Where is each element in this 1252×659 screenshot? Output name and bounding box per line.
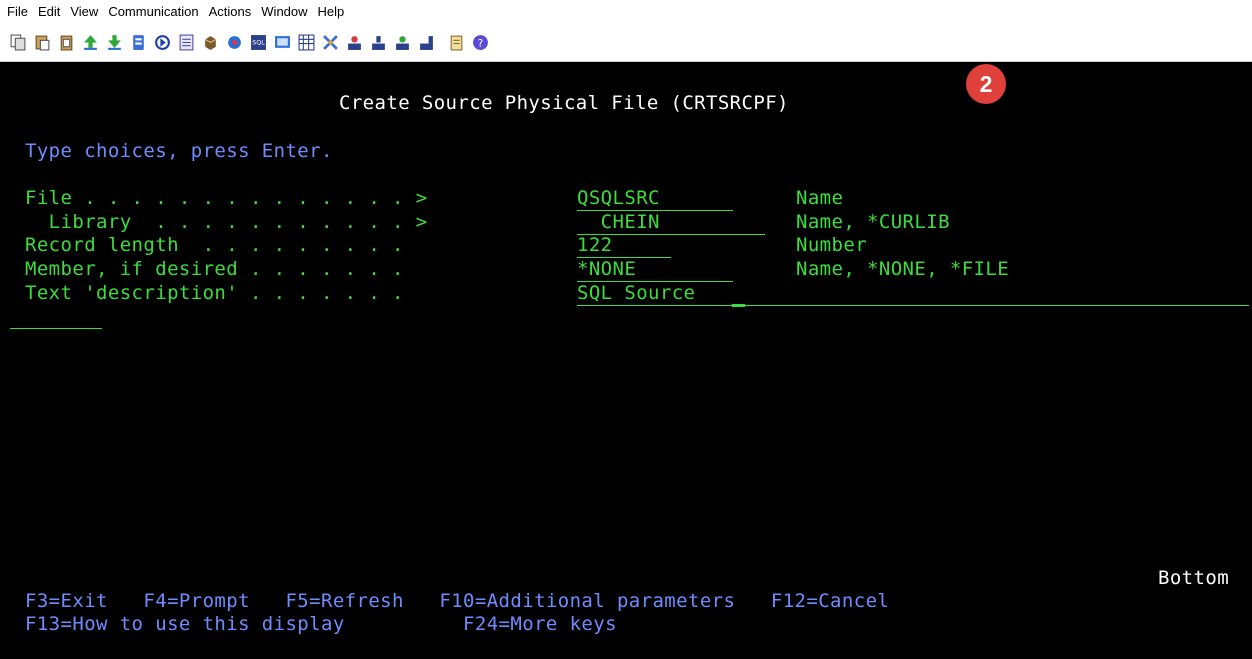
svg-text:SQL: SQL [252, 39, 265, 47]
menu-communication[interactable]: Communication [103, 0, 203, 24]
file-input[interactable]: QSQLSRC [577, 187, 660, 209]
record-length-input[interactable]: 122 [577, 234, 613, 256]
clipboard-icon[interactable] [447, 33, 466, 52]
library-hint: Name, *CURLIB [796, 211, 950, 233]
display-setup-icon[interactable] [225, 33, 244, 52]
menu-help[interactable]: Help [313, 0, 350, 24]
queue-icon[interactable] [417, 33, 436, 52]
file-label: File . . . . . . . . . . . . . . > [25, 187, 440, 209]
grid-icon[interactable] [297, 33, 316, 52]
menu-bar: File Edit View Communication Actions Win… [0, 0, 1252, 24]
copy-icon[interactable] [9, 33, 28, 52]
more-indicator: Bottom [1158, 567, 1230, 589]
session-icon[interactable] [393, 33, 412, 52]
menu-actions[interactable]: Actions [204, 0, 257, 24]
menu-edit[interactable]: Edit [33, 0, 65, 24]
screen-icon[interactable] [273, 33, 292, 52]
notes-icon[interactable] [177, 33, 196, 52]
instructions: Type choices, press Enter. [25, 140, 333, 162]
user-icon[interactable] [345, 33, 364, 52]
host-icon[interactable] [369, 33, 388, 52]
member-label: Member, if desired . . . . . . . [25, 258, 440, 280]
macro-icon[interactable] [129, 33, 148, 52]
record-length-label: Record length . . . . . . . . . [25, 234, 440, 256]
sql-icon[interactable]: SQL [249, 33, 268, 52]
function-keys-row-2: F13=How to use this display F24=More key… [25, 613, 617, 635]
paste-icon[interactable] [33, 33, 52, 52]
text-description-input[interactable]: SQL Source [577, 282, 695, 304]
menu-file[interactable]: File [2, 0, 33, 24]
text-cursor [732, 304, 745, 307]
screen-title: Create Source Physical File (CRTSRCPF) [339, 92, 789, 114]
record-length-hint: Number [796, 234, 868, 256]
library-input[interactable]: CHEIN [577, 211, 660, 233]
function-keys-row-1: F3=Exit F4=Prompt F5=Refresh F10=Additio… [25, 590, 890, 612]
receive-file-icon[interactable] [105, 33, 124, 52]
svg-text:?: ? [478, 37, 484, 50]
library-label: Library . . . . . . . . . . . > [25, 211, 440, 233]
keyboard-icon[interactable] [201, 33, 220, 52]
text-description-label: Text 'description' . . . . . . . [25, 282, 440, 304]
file-hint: Name [796, 187, 844, 209]
menu-window[interactable]: Window [256, 0, 312, 24]
play-icon[interactable] [153, 33, 172, 52]
tools-icon[interactable] [321, 33, 340, 52]
send-file-icon[interactable] [81, 33, 100, 52]
menu-view[interactable]: View [65, 0, 103, 24]
step-badge: 2 [966, 64, 1006, 104]
paste-special-icon[interactable] [57, 33, 76, 52]
terminal-screen[interactable]: 2 Create Source Physical File (CRTSRCPF)… [0, 62, 1252, 659]
member-hint: Name, *NONE, *FILE [796, 258, 1010, 280]
help-icon[interactable]: ? [471, 33, 490, 52]
member-input[interactable]: *NONE [577, 258, 636, 280]
toolbar: SQL ? [0, 24, 1252, 62]
